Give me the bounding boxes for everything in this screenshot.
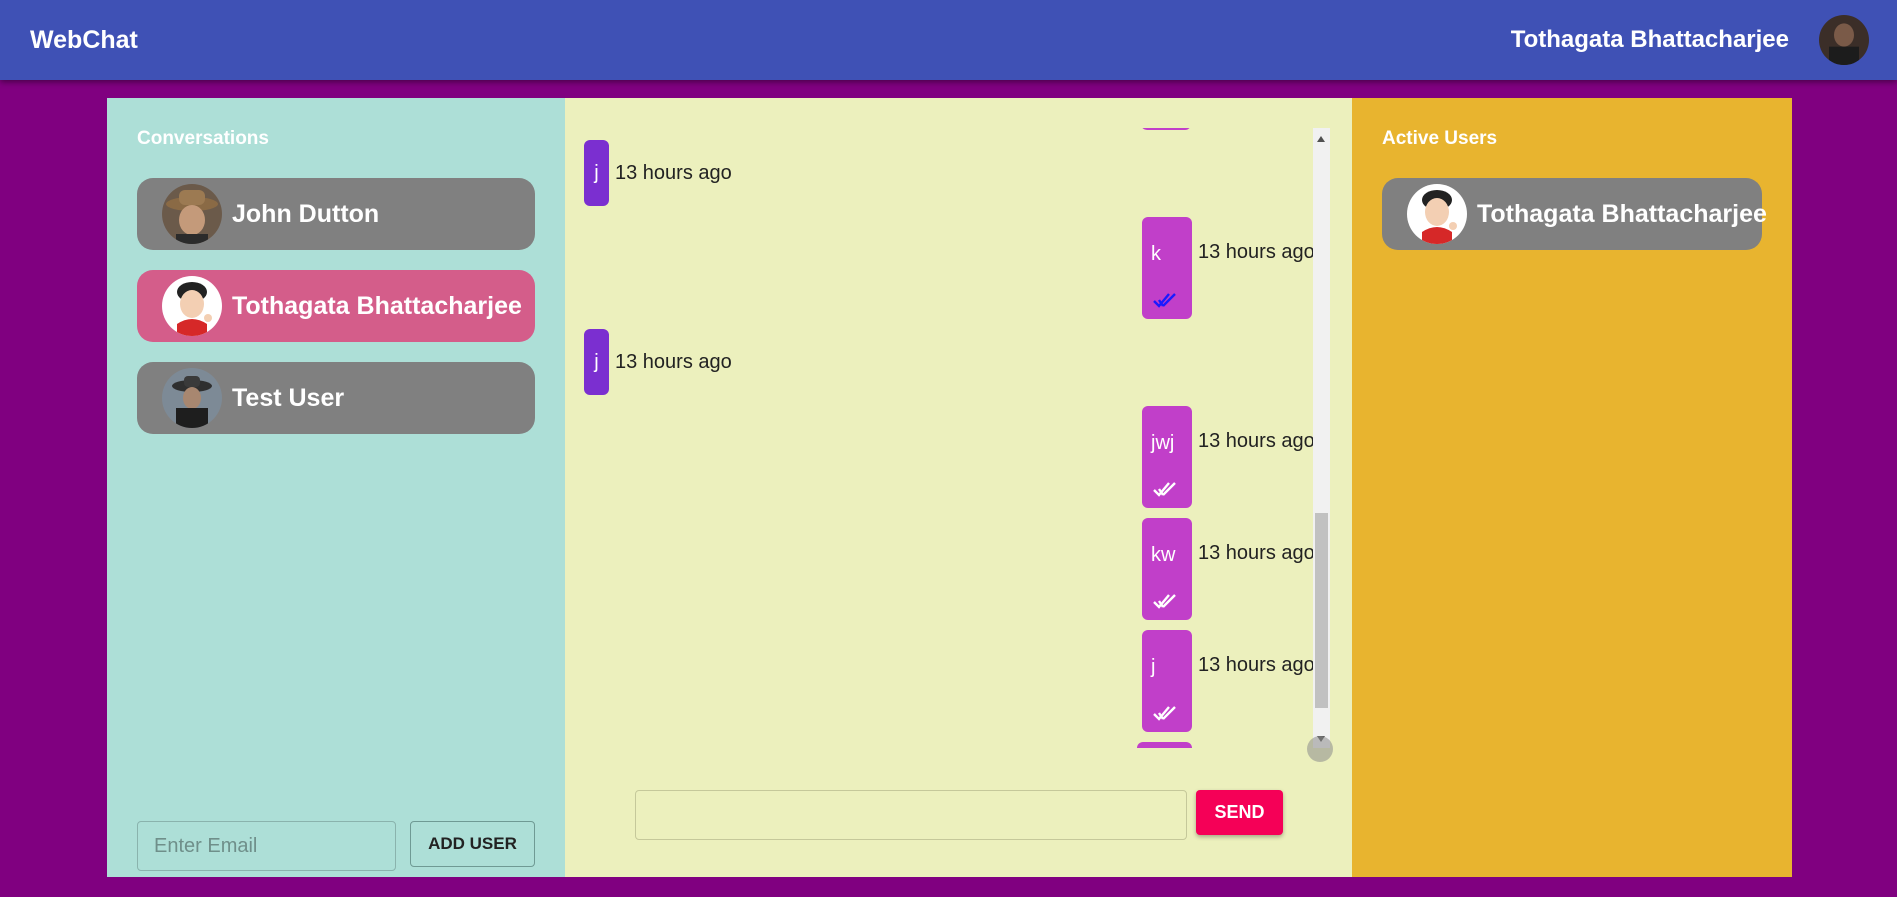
message-list[interactable]: j 13 hours ago k 13 hours ago j 13 hours…	[565, 128, 1333, 748]
active-users-panel: Active Users Tothagata Bhattacharjee	[1352, 98, 1792, 877]
delivered-receipt-icon	[1152, 593, 1177, 609]
message-time: 13 hours ago	[1198, 654, 1315, 676]
app-bar: WebChat Tothagata Bhattacharjee	[0, 0, 1897, 80]
conversation-item-john-dutton[interactable]: John Dutton	[137, 178, 535, 250]
active-users-title: Active Users	[1382, 128, 1498, 149]
conversation-item-tothagata-bhattacharjee[interactable]: Tothagata Bhattacharjee	[137, 270, 535, 342]
add-user-form: ADD USER	[137, 821, 535, 871]
message-input[interactable]	[635, 790, 1187, 840]
message-incoming: j 13 hours ago	[584, 329, 732, 395]
conversation-list: John Dutton Tothagata Bhattacharjee Test…	[137, 178, 535, 454]
add-user-button[interactable]: ADD USER	[410, 821, 535, 867]
conversations-title: Conversations	[137, 128, 269, 149]
message-time: 13 hours ago	[1198, 241, 1315, 263]
message-bubble-partial	[1137, 742, 1192, 748]
message-incoming: j 13 hours ago	[584, 140, 732, 206]
message-time: 13 hours ago	[615, 161, 732, 184]
message-bubble: j	[1142, 630, 1192, 732]
message-text: j	[594, 161, 599, 184]
message-text: k	[1151, 243, 1161, 265]
message-scrollbar[interactable]	[1313, 128, 1330, 748]
message-time: 13 hours ago	[1198, 542, 1315, 564]
avatar	[1407, 184, 1467, 244]
active-user-list: Tothagata Bhattacharjee	[1382, 178, 1767, 270]
avatar	[162, 276, 222, 336]
scroll-to-bottom-indicator[interactable]	[1307, 736, 1333, 762]
conversations-panel: Conversations John Dutton Tothagata Bhat…	[107, 98, 565, 877]
conversation-item-test-user[interactable]: Test User	[137, 362, 535, 434]
header-username: Tothagata Bhattacharjee	[1510, 26, 1789, 53]
message-text: j	[594, 350, 599, 373]
header-user-area: Tothagata Bhattacharjee	[1511, 15, 1869, 65]
scroll-up-icon[interactable]	[1317, 136, 1325, 142]
delivered-receipt-icon	[1152, 705, 1177, 721]
message-outgoing: jwj 13 hours ago	[1142, 406, 1315, 508]
message-text: kw	[1151, 544, 1176, 566]
message-bubble: kw	[1142, 518, 1192, 620]
message-outgoing: j 13 hours ago	[1142, 630, 1315, 732]
conversation-name: Tothagata Bhattacharjee	[232, 291, 522, 320]
conversation-name: Test User	[232, 383, 345, 412]
active-user-name: Tothagata Bhattacharjee	[1477, 199, 1767, 228]
app-title[interactable]: WebChat	[30, 26, 138, 55]
message-bubble: j	[584, 140, 609, 206]
scroll-thumb[interactable]	[1315, 513, 1328, 708]
chat-panel: j 13 hours ago k 13 hours ago j 13 hours…	[565, 98, 1352, 877]
message-bubble: jwj	[1142, 406, 1192, 508]
read-receipt-icon	[1152, 292, 1177, 308]
active-user-item[interactable]: Tothagata Bhattacharjee	[1382, 178, 1767, 250]
avatar	[162, 184, 222, 244]
message-text: j	[1151, 656, 1156, 678]
message-bubble-partial	[1141, 128, 1191, 130]
email-input[interactable]	[137, 821, 396, 871]
header-avatar[interactable]	[1819, 15, 1869, 65]
message-outgoing: kw 13 hours ago	[1142, 518, 1315, 620]
avatar	[162, 368, 222, 428]
message-bubble: k	[1142, 217, 1192, 319]
message-text: jwj	[1151, 432, 1175, 454]
send-button[interactable]: SEND	[1196, 790, 1283, 835]
conversation-name: John Dutton	[232, 199, 380, 228]
message-bubble: j	[584, 329, 609, 395]
message-time: 13 hours ago	[1198, 430, 1315, 452]
message-outgoing: k 13 hours ago	[1142, 217, 1315, 319]
delivered-receipt-icon	[1152, 481, 1177, 497]
message-time: 13 hours ago	[615, 350, 732, 373]
